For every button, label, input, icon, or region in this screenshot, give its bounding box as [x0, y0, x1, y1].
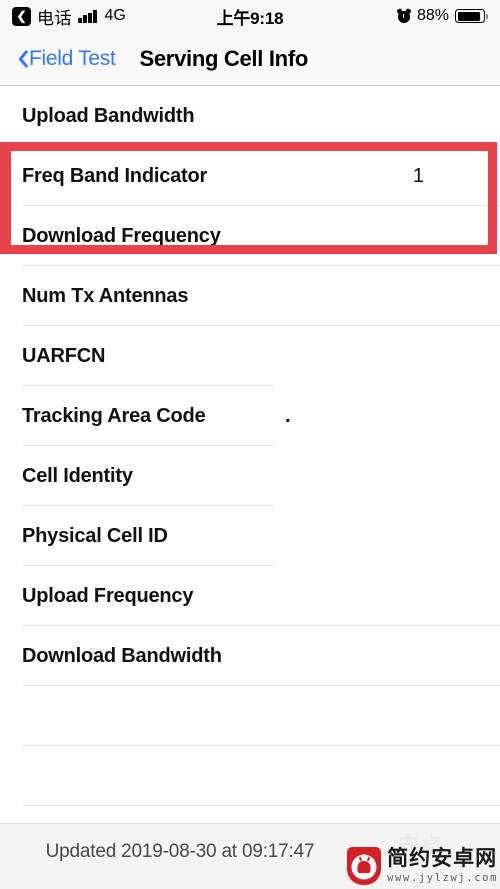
status-bar: ❮ 电话 4G 上午9:18 88% — [0, 0, 500, 32]
list-row[interactable]: Physical Cell ID — [0, 506, 500, 566]
list-row-label: Upload Bandwidth — [22, 104, 195, 127]
updated-timestamp: Updated 2019-08-30 at 09:17:47 — [45, 841, 315, 862]
list-row-label: UARFCN — [22, 344, 106, 367]
list-row[interactable] — [0, 686, 500, 746]
back-button[interactable]: Field Test — [14, 47, 116, 71]
battery-full-icon — [455, 9, 488, 23]
list-row-label: Download Frequency — [22, 224, 221, 247]
carrier-label: 电话 — [37, 8, 72, 28]
list-row[interactable]: Download Bandwidth — [0, 626, 500, 686]
list-row-label: Num Tx Antennas — [22, 284, 189, 307]
phone-screen: ❮ 电话 4G 上午9:18 88% Field Test Serving Ce… — [0, 0, 500, 889]
signal-bars-icon — [78, 9, 97, 23]
page-title: Serving Cell Info — [139, 45, 309, 71]
list-row-label: Cell Identity — [22, 464, 133, 487]
watermark-text: 简约安卓网 www.jylzwj.com — [387, 847, 498, 884]
site-watermark: 简约安卓网 www.jylzwj.com — [347, 847, 498, 885]
status-bar-left: ❮ 电话 4G — [12, 4, 126, 29]
list-row[interactable]: UARFCN — [0, 326, 500, 386]
back-button-label: Field Test — [29, 46, 116, 70]
list-row[interactable]: Tracking Area Code. — [0, 386, 500, 446]
list-row[interactable] — [0, 746, 500, 806]
list-row-label: Freq Band Indicator — [22, 164, 208, 187]
list-row[interactable]: Upload Frequency — [0, 566, 500, 626]
list-row-value: . — [285, 404, 291, 427]
row-separator — [22, 805, 500, 806]
list-row[interactable]: Cell Identity — [0, 446, 500, 506]
watermark-site-url: www.jylzwj.com — [387, 871, 498, 884]
list-row-label: Upload Frequency — [22, 584, 194, 607]
list-row-label: Download Bandwidth — [22, 644, 222, 667]
watermark-site-name: 简约安卓网 — [387, 847, 498, 871]
list-row-value: 1 — [412, 164, 424, 187]
android-shield-icon — [347, 847, 382, 885]
chevron-left-icon — [14, 48, 27, 70]
list-row[interactable]: Num Tx Antennas — [0, 266, 500, 326]
serving-cell-info-list: Upload Bandwidth Freq Band Indicator 1 Down… — [0, 86, 500, 823]
footer-bar: Updated 2019-08-30 at 09:17:47 安卓 简约安卓网 … — [0, 823, 500, 889]
list-row-label: Physical Cell ID — [22, 524, 168, 547]
list-row[interactable]: Freq Band Indicator 1 — [0, 146, 500, 206]
list-row[interactable]: Download Frequency — [0, 206, 500, 266]
battery-percent-label: 88% — [416, 7, 449, 24]
alarm-clock-icon — [396, 8, 412, 23]
status-bar-right: 88% — [396, 7, 488, 25]
list-row[interactable]: Upload Bandwidth — [0, 86, 500, 146]
network-type-label: 4G — [104, 7, 126, 24]
list-row-label: Tracking Area Code — [22, 404, 206, 427]
navigation-bar: Field Test Serving Cell Info — [0, 32, 500, 86]
return-to-previous-app-chip[interactable]: ❮ — [12, 6, 31, 26]
